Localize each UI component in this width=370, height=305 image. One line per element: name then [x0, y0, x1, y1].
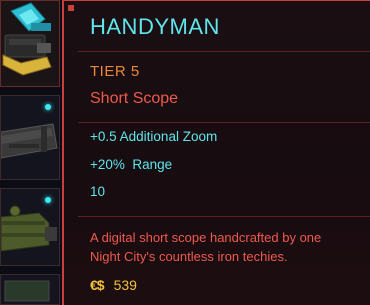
price-value: 539 [113, 277, 137, 293]
inventory-slot[interactable] [0, 188, 60, 266]
handyman-scope-icon [2, 2, 52, 76]
inventory-slot[interactable] [0, 274, 60, 305]
divider [78, 51, 370, 52]
stat-line: 10 [90, 184, 106, 199]
weapon-attachment-icon [4, 280, 50, 302]
divider [78, 216, 370, 217]
weapon-attachment-icon [1, 205, 57, 252]
item-tier: TIER 5 [90, 63, 140, 80]
description-line: A digital short scope handcrafted by one [90, 230, 322, 245]
item-tooltip: HANDYMAN TIER 5 Short Scope +0.5 Additio… [62, 0, 370, 305]
eurodollar-icon: €$ [90, 277, 105, 293]
item-type: Short Scope [90, 90, 179, 107]
description-line: Night City's countless iron techies. [90, 249, 288, 264]
item-description: A digital short scope handcrafted by one… [90, 228, 370, 266]
inventory-screen: HANDYMAN TIER 5 Short Scope +0.5 Additio… [0, 0, 370, 305]
inventory-slot[interactable] [0, 95, 60, 180]
weapon-attachment-icon [1, 123, 58, 159]
stat-line: +0.5 Additional Zoom [90, 129, 218, 144]
item-price: €$ 539 [90, 275, 137, 295]
divider [78, 122, 370, 123]
item-name: HANDYMAN [90, 14, 220, 39]
inventory-slot-selected[interactable] [0, 0, 60, 87]
inventory-grid [0, 0, 62, 305]
stat-line: +20% Range [90, 157, 173, 172]
